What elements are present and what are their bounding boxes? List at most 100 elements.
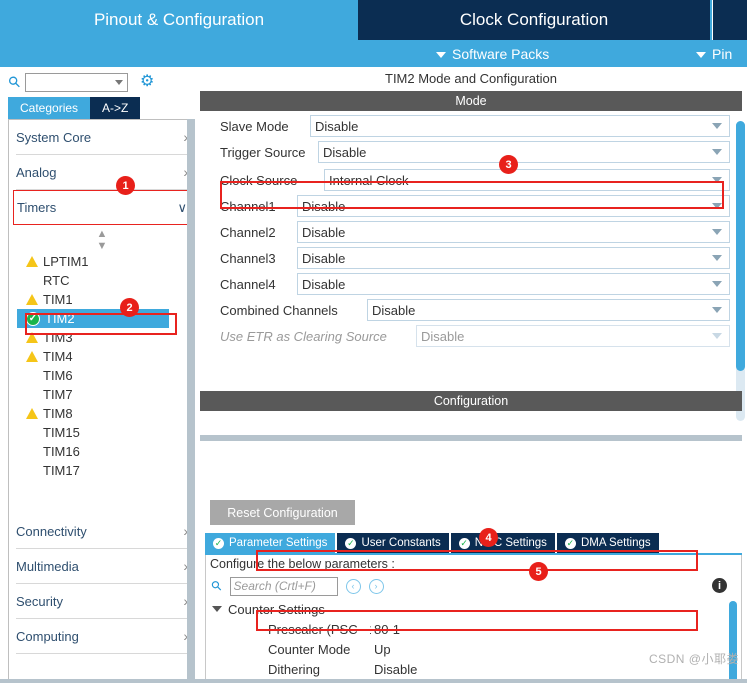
list-item-tim15[interactable]: TIM15 — [9, 423, 195, 442]
field-label: Channel4 — [220, 276, 276, 292]
slave-mode-dropdown[interactable]: Disable — [310, 115, 730, 137]
sidebar-item-security[interactable]: Security › — [16, 584, 188, 619]
menu-pinout[interactable]: Pin — [696, 40, 732, 67]
reset-button-label: Reset Configuration — [227, 505, 338, 520]
parameter-name: Prescaler (PSC - 16 bits value) — [268, 621, 371, 637]
sidebar-item-system-core[interactable]: System Core › — [16, 120, 188, 155]
chevron-down-icon — [712, 255, 722, 261]
list-item-tim7[interactable]: TIM7 — [9, 385, 195, 404]
sidebar-search-row: ⚲ ⚙ — [0, 67, 195, 97]
sidebar-item-multimedia[interactable]: Multimedia › — [16, 549, 188, 584]
tab-pinout-configuration[interactable]: Pinout & Configuration — [0, 0, 358, 40]
sidebar-item-computing[interactable]: Computing › — [16, 619, 188, 654]
sidebar-splitter[interactable] — [187, 119, 195, 683]
field-value: Disable — [323, 144, 367, 160]
mode-scrollbar[interactable] — [736, 121, 745, 421]
tab-a-to-z[interactable]: A->Z — [90, 97, 141, 119]
search-icon: ⚲ — [4, 72, 25, 93]
check-circle-icon: ✓ — [345, 537, 357, 549]
use-etr-dropdown: Disable — [416, 325, 730, 347]
gear-icon[interactable]: ⚙ — [140, 74, 154, 90]
top-tab-bar: Pinout & Configuration Clock Configurati… — [0, 0, 747, 40]
list-item-tim16[interactable]: TIM16 — [9, 442, 195, 461]
chevron-down-icon: ∨ — [177, 199, 187, 215]
sidebar-item-label: Multimedia — [16, 558, 79, 574]
check-circle-icon: ✓ — [458, 537, 470, 549]
field-label: Use ETR as Clearing Source — [220, 328, 387, 344]
field-value: Disable — [302, 224, 346, 240]
tab-nvic-settings[interactable]: ✓ NVIC Settings — [450, 533, 555, 553]
tab-label: User Constants — [361, 537, 441, 549]
list-item-rtc[interactable]: RTC — [9, 271, 195, 290]
tab-parameter-settings[interactable]: ✓ Parameter Settings — [205, 533, 336, 553]
trigger-source-dropdown[interactable]: Disable — [318, 141, 730, 163]
list-item-tim3[interactable]: TIM3 — [9, 328, 195, 347]
search-next-button[interactable]: › — [368, 578, 384, 594]
parameter-search-input[interactable]: Search (Crtl+F) — [229, 576, 338, 596]
watermark-label: CSDN @小耶娄 — [648, 652, 739, 666]
list-item-tim17[interactable]: TIM17 — [9, 461, 195, 480]
field-value: Disable — [302, 198, 346, 214]
parameter-name: Counter Mode — [268, 641, 351, 657]
list-item-label: TIM4 — [43, 349, 73, 364]
tab-categories[interactable]: Categories — [8, 97, 91, 119]
list-item-label: TIM2 — [45, 311, 75, 326]
search-prev-button[interactable]: ‹ — [345, 578, 361, 594]
table-row[interactable]: Prescaler (PSC - 16 bits value) 80-1 — [206, 619, 741, 639]
list-item-tim8[interactable]: TIM8 — [9, 404, 195, 423]
parameter-scrollbar-thumb[interactable] — [729, 601, 737, 683]
info-icon[interactable]: i — [712, 578, 727, 593]
pinout-menu-label: Pin — [712, 45, 733, 62]
chevron-down-icon — [115, 79, 123, 85]
sidebar-search-input[interactable] — [25, 72, 128, 92]
search-icon: ⚲ — [207, 576, 226, 595]
field-channel1: Channel1 Disable — [220, 193, 732, 219]
channel3-dropdown[interactable]: Disable — [297, 247, 730, 269]
channel2-dropdown[interactable]: Disable — [297, 221, 730, 243]
list-item-label: TIM16 — [43, 444, 80, 459]
mode-header-label: Mode — [455, 94, 487, 108]
channel1-dropdown[interactable]: Disable — [297, 195, 730, 217]
chevron-down-icon — [712, 203, 722, 209]
tab-dma-settings[interactable]: ✓ DMA Settings — [556, 533, 659, 553]
menu-software-packs[interactable]: Software Packs — [436, 40, 549, 67]
list-item-tim6[interactable]: TIM6 — [9, 366, 195, 385]
combined-channels-dropdown[interactable]: Disable — [367, 299, 730, 321]
list-item-tim2[interactable]: ✓ TIM2 — [17, 309, 169, 328]
tab-user-constants[interactable]: ✓ User Constants — [337, 533, 449, 553]
parameter-scrollbar[interactable] — [729, 601, 737, 683]
sidebar-item-connectivity[interactable]: Connectivity › — [16, 514, 188, 549]
chevron-down-icon — [712, 281, 722, 287]
field-combined-channels: Combined Channels Disable — [220, 297, 732, 323]
reset-configuration-button[interactable]: Reset Configuration — [210, 500, 355, 525]
list-item-tim4[interactable]: TIM4 — [9, 347, 195, 366]
parameter-value[interactable]: Disable — [371, 662, 417, 677]
parameter-value[interactable]: Up — [371, 642, 391, 657]
next-icon: › — [374, 581, 378, 591]
parameter-value[interactable]: 80-1 — [371, 622, 400, 637]
sidebar-item-timers[interactable]: Timers ∨ — [13, 190, 191, 225]
field-value: Disable — [421, 328, 465, 344]
clock-source-dropdown[interactable]: Internal Clock — [324, 169, 730, 191]
chevron-down-icon — [712, 123, 722, 129]
configure-hint-label: Configure the below parameters : — [210, 557, 395, 571]
tab-partial-right[interactable] — [712, 0, 747, 40]
tree-spinner-icon[interactable]: ▲ ▼ — [9, 225, 195, 252]
window-bottom-edge — [0, 679, 747, 683]
page-title: TIM2 Mode and Configuration — [200, 67, 742, 91]
mode-scrollbar-thumb[interactable] — [736, 121, 745, 371]
channel4-dropdown[interactable]: Disable — [297, 273, 730, 295]
sidebar-item-analog[interactable]: Analog › — [16, 155, 188, 190]
list-item-tim1[interactable]: TIM1 — [9, 290, 195, 309]
check-circle-icon: ✓ — [26, 311, 40, 326]
chevron-down-icon — [436, 51, 446, 58]
sidebar: ⚲ ⚙ Categories A->Z System Core › Analog… — [0, 67, 195, 683]
tab-pinout-label: Pinout & Configuration — [93, 10, 265, 29]
watermark: CSDN @小耶娄 — [649, 650, 739, 667]
callout-badge-3: 3 — [499, 155, 518, 174]
peripheral-list: LPTIM1 RTC TIM1 ✓ TIM2 TIM3 TIM4 TIM6 TI… — [9, 252, 195, 480]
field-label: Combined Channels — [220, 302, 338, 318]
list-item-lptim1[interactable]: LPTIM1 — [9, 252, 195, 271]
tab-clock-configuration[interactable]: Clock Configuration — [358, 0, 710, 40]
parameter-group-counter-settings[interactable]: Counter Settings — [206, 599, 741, 619]
